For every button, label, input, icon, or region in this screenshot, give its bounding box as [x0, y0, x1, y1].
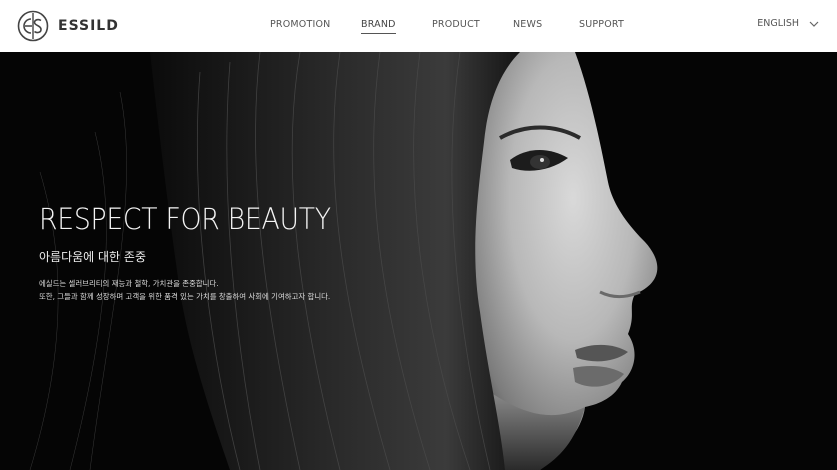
- chevron-down-icon: [809, 21, 819, 27]
- hero-title: RESPECT FOR BEAUTY: [39, 202, 331, 236]
- nav-item-brand[interactable]: BRAND: [361, 19, 396, 34]
- nav-item-news[interactable]: NEWS: [513, 19, 542, 30]
- hero-banner: RESPECT FOR BEAUTY 아름다움에 대한 존중 에실드는 셀러브리…: [0, 52, 837, 470]
- hero-description: 에실드는 셀러브리티의 재능과 철학, 가치관을 존중합니다. 또한, 그들과 …: [39, 277, 356, 303]
- site-header: ESSILD PROMOTION BRAND PRODUCT NEWS SUPP…: [0, 0, 837, 52]
- hero-text-block: RESPECT FOR BEAUTY 아름다움에 대한 존중 에실드는 셀러브리…: [39, 202, 356, 303]
- nav-item-support[interactable]: SUPPORT: [579, 19, 624, 30]
- hero-subtitle: 아름다움에 대한 존중: [39, 250, 146, 264]
- nav-item-product[interactable]: PRODUCT: [432, 19, 480, 30]
- hero-description-line: 에실드는 셀러브리티의 재능과 철학, 가치관을 존중합니다.: [39, 279, 219, 288]
- language-selector[interactable]: ENGLISH: [757, 18, 819, 29]
- hero-description-line: 또한, 그들과 함께 성장하며 고객을 위한 품격 있는 가치를 창출하여 사회…: [39, 292, 331, 301]
- nav-item-promotion[interactable]: PROMOTION: [270, 19, 330, 30]
- main-nav: PROMOTION BRAND PRODUCT NEWS SUPPORT: [0, 0, 837, 52]
- language-label: ENGLISH: [757, 18, 799, 29]
